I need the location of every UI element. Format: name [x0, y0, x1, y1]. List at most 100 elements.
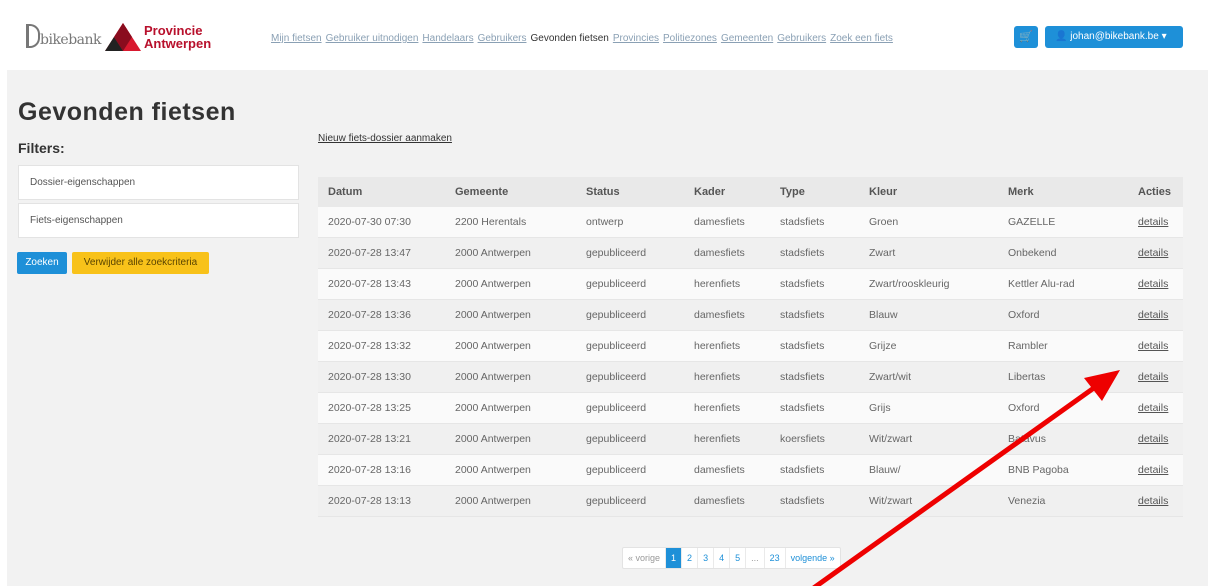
nav-item-4[interactable]: Gevonden fietsen [530, 33, 608, 44]
nav-item-2[interactable]: Handelaars [422, 33, 473, 44]
table-cell-merk: Kettler Alu-rad [1008, 278, 1075, 290]
table-cell-status: gepubliceerd [586, 402, 647, 414]
table-cell-type: stadsfiets [780, 216, 825, 228]
new-dossier-link[interactable]: Nieuw fiets-dossier aanmaken [318, 133, 452, 144]
filters-label: Filters: [18, 140, 65, 156]
filter-fiets-eigenschappen[interactable]: Fiets-eigenschappen [18, 203, 299, 238]
details-link[interactable]: details [1138, 433, 1183, 445]
table-cell-type: stadsfiets [780, 278, 825, 290]
nav-item-3[interactable]: Gebruikers [478, 33, 527, 44]
details-link[interactable]: details [1138, 495, 1183, 507]
table-row: 2020-07-28 13:47 2000 Antwerpen gepublicee… [318, 238, 1183, 269]
pagination-page[interactable]: 4 [714, 548, 731, 568]
pagination-ellipsis: ... [746, 548, 765, 568]
table-cell-status: gepubliceerd [586, 309, 647, 321]
table-cell-gemeente: 2000 Antwerpen [455, 433, 531, 445]
table-cell-merk: Libertas [1008, 371, 1046, 383]
details-link[interactable]: details [1138, 216, 1183, 228]
clear-filters-button[interactable]: Verwijder alle zoekcriteria [72, 252, 209, 274]
search-button[interactable]: Zoeken [17, 252, 67, 274]
column-header-kleur: Kleur [869, 186, 898, 198]
nav-item-8[interactable]: Gebruikers [777, 33, 826, 44]
details-link[interactable]: details [1138, 247, 1183, 259]
table-cell-gemeente: 2000 Antwerpen [455, 247, 531, 259]
details-link[interactable]: details [1138, 402, 1183, 414]
table-cell-merk: Batavus [1008, 433, 1046, 445]
table-cell-type: stadsfiets [780, 495, 825, 507]
bikebank-logo-text: bikebank [40, 32, 102, 48]
nav-item-1[interactable]: Gebruiker uitnodigen [326, 33, 419, 44]
details-link[interactable]: details [1138, 309, 1183, 321]
table-cell-kader: damesfiets [694, 216, 745, 228]
provincie-logo-text: Provincie Antwerpen [144, 24, 211, 50]
table-cell-gemeente: 2000 Antwerpen [455, 464, 531, 476]
table-cell-kleur: Blauw/ [869, 464, 901, 476]
details-link[interactable]: details [1138, 340, 1183, 352]
table-header: Datum Gemeente Status Kader Type Kleur Merk Act… [318, 177, 1183, 207]
table-cell-merk: Rambler [1008, 340, 1048, 352]
column-header-type: Type [780, 186, 805, 198]
column-header-datum: Datum [328, 186, 363, 198]
column-header-merk: Merk [1008, 186, 1034, 198]
filter-dossier-eigenschappen[interactable]: Dossier-eigenschappen [18, 165, 299, 200]
nav-item-5[interactable]: Provincies [613, 33, 659, 44]
table-cell-gemeente: 2000 Antwerpen [455, 402, 531, 414]
table-cell-datum: 2020-07-28 13:32 [328, 340, 411, 352]
pagination-page[interactable]: 5 [730, 548, 747, 568]
pagination-next[interactable]: volgende » [786, 548, 840, 568]
table-cell-kader: herenfiets [694, 433, 741, 445]
table-cell-status: gepubliceerd [586, 464, 647, 476]
table-cell-kleur: Groen [869, 216, 899, 228]
page-title: Gevonden fietsen [18, 98, 236, 126]
provincie-logo-line2: Antwerpen [144, 36, 212, 51]
column-header-gemeente: Gemeente [455, 186, 509, 198]
nav-item-6[interactable]: Politiezones [663, 33, 717, 44]
table-cell-status: gepubliceerd [586, 371, 647, 383]
table-cell-status: gepubliceerd [586, 340, 647, 352]
table-cell-merk: Oxford [1008, 402, 1040, 414]
details-link[interactable]: details [1138, 464, 1183, 476]
pagination-page[interactable]: 1 [666, 548, 683, 568]
table-cell-merk: Oxford [1008, 309, 1040, 321]
user-menu-button[interactable]: 👤 johan@bikebank.be ▾ [1045, 26, 1183, 48]
table-cell-gemeente: 2000 Antwerpen [455, 340, 531, 352]
table-cell-datum: 2020-07-28 13:13 [328, 495, 411, 507]
table-cell-kader: herenfiets [694, 402, 741, 414]
table-cell-kleur: Grijs [869, 402, 891, 414]
table-cell-gemeente: 2200 Herentals [455, 216, 527, 228]
table-cell-datum: 2020-07-28 13:25 [328, 402, 411, 414]
nav-item-9[interactable]: Zoek een fiets [830, 33, 893, 44]
table-cell-type: stadsfiets [780, 402, 825, 414]
details-link[interactable]: details [1138, 371, 1183, 383]
table-cell-status: gepubliceerd [586, 495, 647, 507]
provincie-antwerpen-logo: Provincie Antwerpen [104, 22, 214, 52]
pagination-page[interactable]: 2 [682, 548, 699, 568]
bikebank-b-icon [26, 24, 40, 48]
pagination-page[interactable]: 3 [698, 548, 715, 568]
table-body: 2020-07-30 07:30 2200 Herentals ontwerp dam… [318, 207, 1183, 517]
table-cell-datum: 2020-07-28 13:47 [328, 247, 411, 259]
table-row: 2020-07-28 13:25 2000 Antwerpen gepublicee… [318, 393, 1183, 424]
basket-icon: 🛒 [1019, 31, 1033, 43]
table-cell-kader: damesfiets [694, 464, 745, 476]
nav-item-0[interactable]: Mijn fietsen [271, 33, 322, 44]
table-cell-merk: GAZELLE [1008, 216, 1056, 228]
details-link[interactable]: details [1138, 278, 1183, 290]
table-row: 2020-07-28 13:36 2000 Antwerpen gepublicee… [318, 300, 1183, 331]
table-cell-kleur: Zwart/rooskleurig [869, 278, 950, 290]
table-cell-datum: 2020-07-30 07:30 [328, 216, 411, 228]
pagination-page[interactable]: 23 [765, 548, 786, 568]
table-cell-kleur: Zwart [869, 247, 896, 259]
pagination-prev[interactable]: « vorige [623, 548, 667, 568]
table-row: 2020-07-28 13:13 2000 Antwerpen gepublicee… [318, 486, 1183, 517]
user-icon: 👤 [1055, 31, 1068, 42]
bikebank-logo[interactable]: bikebank [26, 24, 102, 50]
table-row: 2020-07-28 13:43 2000 Antwerpen gepublicee… [318, 269, 1183, 300]
table-cell-kleur: Blauw [869, 309, 898, 321]
cart-button[interactable]: 🛒 [1014, 26, 1038, 48]
table-cell-status: gepubliceerd [586, 433, 647, 445]
nav-item-7[interactable]: Gemeenten [721, 33, 773, 44]
table-cell-kleur: Grijze [869, 340, 897, 352]
table-cell-kader: herenfiets [694, 371, 741, 383]
table-cell-gemeente: 2000 Antwerpen [455, 278, 531, 290]
